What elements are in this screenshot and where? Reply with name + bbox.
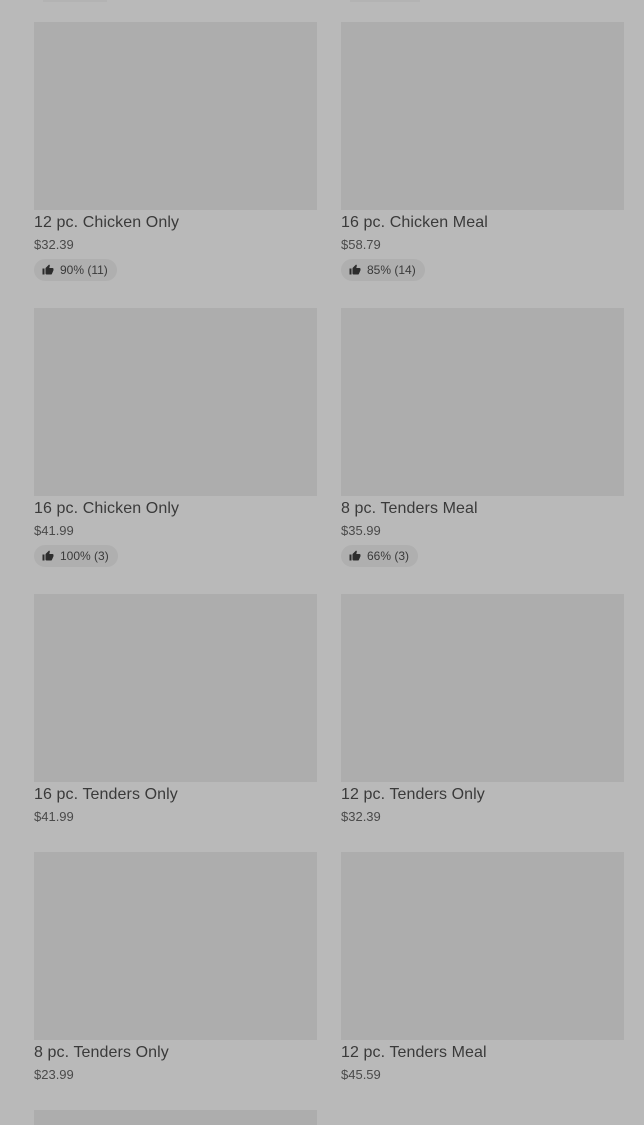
product-name[interactable]: 12 pc. Chicken Only xyxy=(34,213,317,233)
product-image[interactable] xyxy=(34,308,317,496)
product-image[interactable] xyxy=(341,852,624,1040)
product-image[interactable] xyxy=(341,594,624,782)
thumbs-up-icon xyxy=(42,550,54,561)
rating-text: 100% (3) xyxy=(60,549,109,563)
product-price: $58.79 xyxy=(341,237,381,252)
thumbs-up-icon xyxy=(349,264,361,275)
product-card[interactable]: 16 pc. Chicken Meal $58.79 85% (14) xyxy=(341,22,624,281)
rating-text: 85% (14) xyxy=(367,263,416,277)
product-name[interactable]: 12 pc. Tenders Only xyxy=(341,785,624,805)
product-card[interactable]: 16 pc. Chicken Only $41.99 100% (3) xyxy=(34,308,317,567)
product-name[interactable]: 8 pc. Tenders Meal xyxy=(341,499,624,519)
rating-text: 90% (11) xyxy=(60,263,108,277)
product-price: $23.99 xyxy=(34,1067,74,1082)
product-price: $41.99 xyxy=(34,523,74,538)
product-name[interactable]: 16 pc. Chicken Only xyxy=(34,499,317,519)
rating-badge: 100% (3) xyxy=(34,545,118,567)
product-card[interactable]: 12 pc. Tenders Meal $45.59 xyxy=(341,852,624,1083)
product-name[interactable]: 16 pc. Tenders Only xyxy=(34,785,317,805)
product-card[interactable]: 8 pc. Tenders Only $23.99 xyxy=(34,852,317,1083)
product-price: $45.59 xyxy=(341,1067,381,1082)
product-price: $32.39 xyxy=(34,237,74,252)
product-card[interactable]: 16 pc. Tenders Only $41.99 xyxy=(34,594,317,825)
product-image[interactable] xyxy=(341,22,624,210)
next-product-image[interactable] xyxy=(34,1110,317,1125)
thumbs-up-icon xyxy=(42,264,54,275)
product-price: $32.39 xyxy=(341,809,381,824)
product-card[interactable]: 8 pc. Tenders Meal $35.99 66% (3) xyxy=(341,308,624,567)
product-image[interactable] xyxy=(34,852,317,1040)
product-name[interactable]: 16 pc. Chicken Meal xyxy=(341,213,624,233)
product-price: $41.99 xyxy=(34,809,74,824)
product-image[interactable] xyxy=(34,594,317,782)
product-price: $35.99 xyxy=(341,523,381,538)
product-card[interactable]: 12 pc. Chicken Only $32.39 90% (11) xyxy=(34,22,317,281)
rating-badge: 90% (11) xyxy=(34,259,117,281)
rating-badge: 85% (14) xyxy=(341,259,425,281)
thumbs-up-icon xyxy=(349,550,361,561)
rating-badge: 66% (3) xyxy=(341,545,419,567)
previous-card-edge xyxy=(350,0,420,2)
product-image[interactable] xyxy=(34,22,317,210)
product-name[interactable]: 8 pc. Tenders Only xyxy=(34,1043,317,1063)
product-card[interactable]: 12 pc. Tenders Only $32.39 xyxy=(341,594,624,825)
rating-text: 66% (3) xyxy=(367,549,410,563)
product-image[interactable] xyxy=(341,308,624,496)
previous-card-edge xyxy=(43,0,107,2)
product-name[interactable]: 12 pc. Tenders Meal xyxy=(341,1043,624,1063)
